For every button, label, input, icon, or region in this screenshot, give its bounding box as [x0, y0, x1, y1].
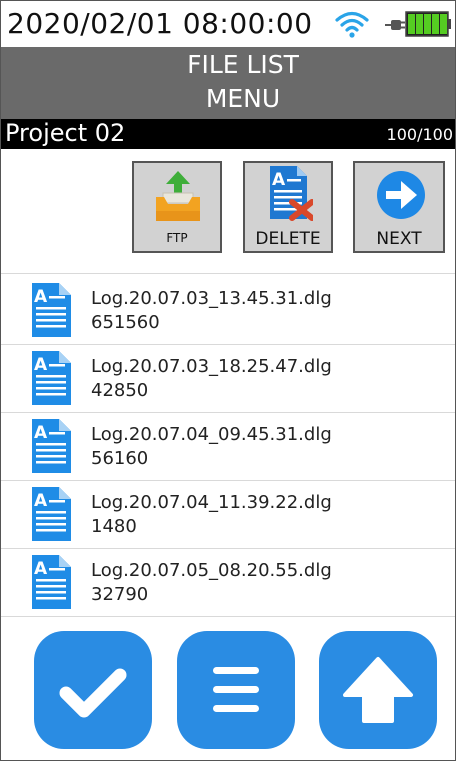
svg-text:A: A — [34, 491, 48, 511]
document-icon: A — [32, 283, 71, 337]
svg-text:A: A — [272, 170, 286, 190]
file-size: 42850 — [91, 380, 149, 401]
page-subtitle: MENU — [205, 84, 281, 113]
wifi-icon — [335, 11, 369, 38]
divider — [1, 273, 455, 274]
file-row[interactable]: A Log.20.07.04_11.39.22.dlg 1480 — [1, 480, 455, 548]
next-label: NEXT — [376, 229, 422, 249]
plug-icon — [385, 20, 405, 30]
page-title: FILE LIST — [187, 50, 299, 79]
file-size: 1480 — [91, 516, 137, 537]
delete-button[interactable]: A DELETE — [243, 161, 333, 253]
confirm-button[interactable] — [34, 631, 152, 749]
menu-icon — [213, 667, 259, 712]
svg-text:A: A — [34, 559, 48, 579]
up-button[interactable] — [319, 631, 437, 749]
ftp-label: FTP — [166, 231, 188, 245]
file-row[interactable]: A Log.20.07.05_08.20.55.dlg 32790 — [1, 548, 455, 616]
arrow-right-circle-icon — [377, 171, 425, 219]
delete-label: DELETE — [255, 229, 321, 249]
file-name: Log.20.07.03_13.45.31.dlg — [91, 288, 332, 309]
file-name: Log.20.07.03_18.25.47.dlg — [91, 356, 332, 377]
document-icon: A — [32, 419, 71, 473]
file-size: 32790 — [91, 584, 149, 605]
battery-full-icon — [405, 11, 451, 37]
file-count: 100/100 — [386, 125, 453, 144]
ftp-button[interactable]: FTP — [132, 161, 222, 253]
divider — [1, 616, 455, 617]
svg-text:A: A — [34, 355, 48, 375]
svg-text:A: A — [34, 287, 48, 307]
document-icon: A — [32, 555, 71, 609]
next-button[interactable]: NEXT — [353, 161, 445, 253]
file-size: 651560 — [91, 312, 160, 333]
document-icon: A — [32, 487, 71, 541]
file-name: Log.20.07.04_11.39.22.dlg — [91, 492, 332, 513]
check-icon — [59, 668, 127, 718]
upload-tray-icon — [156, 171, 200, 221]
device-screen: 2020/02/01 08:00:00 FILE LIST MENU Proje… — [0, 0, 456, 761]
menu-button[interactable] — [177, 631, 295, 749]
title-bar: FILE LIST MENU — [1, 47, 455, 119]
status-bar: 2020/02/01 08:00:00 — [1, 1, 455, 47]
datetime: 2020/02/01 08:00:00 — [7, 7, 313, 40]
file-size: 56160 — [91, 448, 149, 469]
document-icon: A — [32, 351, 71, 405]
svg-text:A: A — [34, 423, 48, 443]
project-name: Project 02 — [5, 119, 126, 147]
file-row[interactable]: A Log.20.07.03_13.45.31.dlg 651560 — [1, 276, 455, 344]
file-row[interactable]: A Log.20.07.03_18.25.47.dlg 42850 — [1, 344, 455, 412]
up-arrow-icon — [343, 657, 413, 723]
project-bar: Project 02 100/100 — [1, 119, 455, 149]
file-row[interactable]: A Log.20.07.04_09.45.31.dlg 56160 — [1, 412, 455, 480]
file-name: Log.20.07.04_09.45.31.dlg — [91, 424, 332, 445]
delete-document-icon: A — [270, 166, 313, 221]
file-name: Log.20.07.05_08.20.55.dlg — [91, 560, 332, 581]
